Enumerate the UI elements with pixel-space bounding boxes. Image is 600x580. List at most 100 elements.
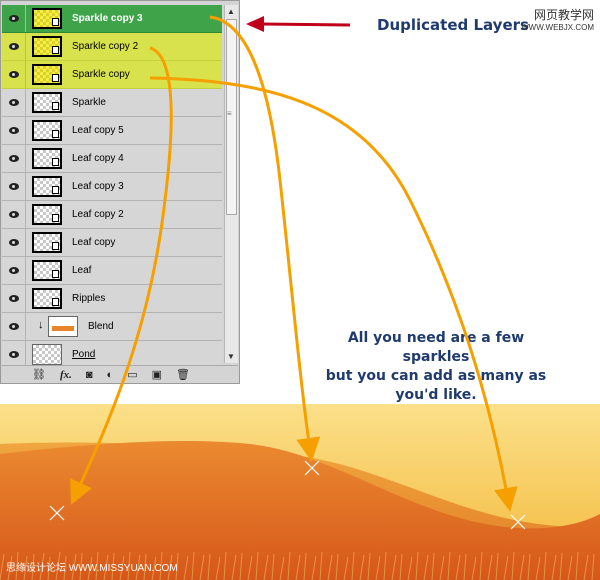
eye-icon: [8, 127, 19, 134]
eye-icon: [8, 323, 19, 330]
layer-thumbnail[interactable]: [32, 344, 62, 365]
eye-icon: [8, 267, 19, 274]
layer-name[interactable]: Leaf copy 3: [72, 173, 124, 200]
sparkles-callout: All you need are a few sparkles but you …: [318, 329, 554, 405]
new-layer-icon[interactable]: ▣: [152, 368, 162, 381]
layer-name[interactable]: Leaf copy: [72, 229, 115, 256]
eye-icon: [8, 71, 19, 78]
visibility-toggle[interactable]: [2, 285, 26, 312]
layer-thumbnail[interactable]: [48, 316, 78, 337]
clipping-mask-icon: ↓: [38, 319, 44, 331]
duplicated-layers-callout: Duplicated Layers: [377, 16, 529, 34]
eye-icon: [8, 211, 19, 218]
layers-panel: Sparkle copy 3 Sparkle copy 2 Sparkle copy…: [0, 0, 240, 384]
eye-icon: [8, 183, 19, 190]
link-layers-icon[interactable]: ⛓: [32, 368, 46, 381]
layer-thumbnail[interactable]: [32, 204, 62, 225]
layer-row[interactable]: Sparkle copy 3: [2, 5, 222, 33]
layer-name[interactable]: Sparkle copy: [72, 61, 130, 88]
layer-name[interactable]: Sparkle: [72, 89, 106, 116]
layer-row[interactable]: Leaf: [2, 257, 222, 285]
layer-thumbnail[interactable]: [32, 288, 62, 309]
eye-icon: [8, 239, 19, 246]
fx-icon[interactable]: fx.: [60, 369, 72, 381]
scroll-up-icon[interactable]: ▲: [227, 7, 235, 16]
layer-row[interactable]: Pond: [2, 341, 222, 365]
visibility-toggle[interactable]: [2, 145, 26, 172]
layer-thumbnail[interactable]: [32, 8, 62, 29]
eye-icon: [8, 295, 19, 302]
layer-name[interactable]: Pond: [72, 341, 95, 365]
smart-object-icon: [52, 214, 59, 222]
sparkles-callout-line-2: but you can add as many as: [325, 368, 547, 384]
smart-object-icon: [52, 158, 59, 166]
top-watermark: 网页教学网 WWW.WEBJX.COM: [521, 6, 594, 32]
smart-object-icon: [52, 18, 59, 26]
new-group-icon[interactable]: ▭: [127, 368, 137, 381]
visibility-toggle[interactable]: [2, 313, 26, 340]
visibility-toggle[interactable]: [2, 201, 26, 228]
layer-row[interactable]: Leaf copy 5: [2, 117, 222, 145]
visibility-toggle[interactable]: [2, 229, 26, 256]
adjustment-layer-icon[interactable]: ◐: [107, 369, 114, 381]
layer-row[interactable]: Sparkle copy: [2, 61, 222, 89]
layer-thumbnail[interactable]: [32, 92, 62, 113]
layer-thumbnail[interactable]: [32, 36, 62, 57]
layers-scrollbar[interactable]: ▲ ≡ ▼: [224, 5, 238, 363]
layer-row[interactable]: Ripples: [2, 285, 222, 313]
layer-mask-icon[interactable]: ◙: [86, 369, 93, 381]
visibility-toggle[interactable]: [2, 257, 26, 284]
visibility-toggle[interactable]: [2, 89, 26, 116]
visibility-toggle[interactable]: [2, 173, 26, 200]
delete-layer-icon[interactable]: 🗑: [176, 368, 190, 381]
layer-row[interactable]: Leaf copy 3: [2, 173, 222, 201]
visibility-toggle[interactable]: [2, 341, 26, 365]
layer-name[interactable]: Leaf copy 2: [72, 201, 124, 228]
smart-object-icon: [52, 298, 59, 306]
scroll-down-icon[interactable]: ▼: [227, 352, 235, 361]
smart-object-icon: [52, 46, 59, 54]
layer-name[interactable]: Sparkle copy 2: [72, 33, 138, 60]
visibility-toggle[interactable]: [2, 33, 26, 60]
layer-name[interactable]: Leaf: [72, 257, 91, 284]
layers-toolbar: ⛓ fx. ◙ ◐ ▭ ▣ 🗑: [2, 365, 238, 383]
layer-thumbnail[interactable]: [32, 260, 62, 281]
layer-row[interactable]: Sparkle copy 2: [2, 33, 222, 61]
smart-object-icon: [52, 242, 59, 250]
eye-icon: [8, 155, 19, 162]
sparkles-callout-line-3: you'd like.: [395, 387, 477, 403]
layer-row[interactable]: Sparkle: [2, 89, 222, 117]
layer-thumbnail[interactable]: [32, 120, 62, 141]
red-arrow: [246, 16, 351, 32]
eye-icon: [8, 99, 19, 106]
smart-object-icon: [52, 74, 59, 82]
grip-icon: ≡: [227, 109, 232, 118]
eye-icon: [8, 43, 19, 50]
layer-name[interactable]: Leaf copy 5: [72, 117, 124, 144]
smart-object-icon: [52, 186, 59, 194]
layer-thumbnail[interactable]: [32, 148, 62, 169]
top-watermark-url: WWW.WEBJX.COM: [521, 23, 594, 32]
layer-row[interactable]: Leaf copy 4: [2, 145, 222, 173]
desert-landscape: [0, 404, 600, 580]
layer-name[interactable]: Sparkle copy 3: [72, 5, 143, 32]
layer-thumbnail[interactable]: [32, 176, 62, 197]
visibility-toggle[interactable]: [2, 61, 26, 88]
layer-row[interactable]: Leaf copy 2: [2, 201, 222, 229]
layer-row[interactable]: Leaf copy: [2, 229, 222, 257]
layer-name[interactable]: Ripples: [72, 285, 105, 312]
bottom-watermark: 思缘设计论坛 WWW.MISSYUAN.COM: [6, 563, 178, 574]
visibility-toggle[interactable]: [2, 5, 26, 32]
visibility-toggle[interactable]: [2, 117, 26, 144]
smart-object-icon: [52, 130, 59, 138]
layer-name[interactable]: Blend: [88, 313, 114, 340]
eye-icon: [8, 15, 19, 22]
sparkles-callout-line-1: All you need are a few sparkles: [347, 330, 525, 365]
smart-object-icon: [52, 102, 59, 110]
layer-thumbnail[interactable]: [32, 64, 62, 85]
layer-row[interactable]: ↓ Blend: [2, 313, 222, 341]
layers-list: Sparkle copy 3 Sparkle copy 2 Sparkle copy…: [2, 5, 222, 365]
eye-icon: [8, 351, 19, 358]
layer-thumbnail[interactable]: [32, 232, 62, 253]
layer-name[interactable]: Leaf copy 4: [72, 145, 124, 172]
